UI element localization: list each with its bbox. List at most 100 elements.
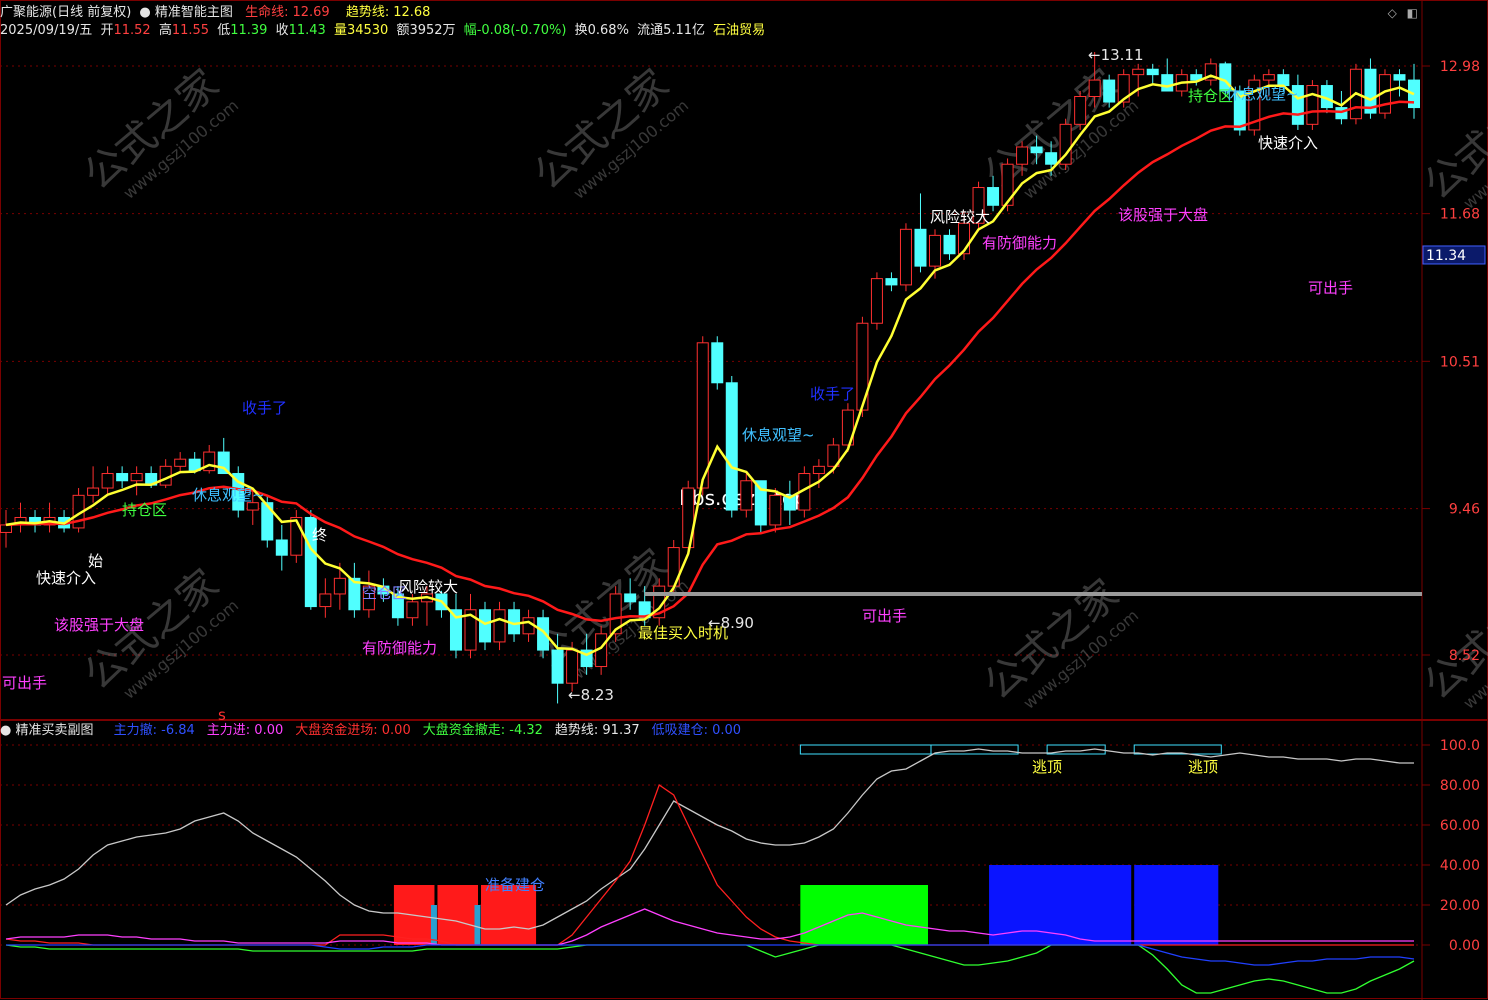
annotation-label: 持仓区 [122,501,167,519]
window-icons: ◇ ◧ [1388,6,1418,20]
low-value: 11.39 [230,23,268,38]
annotation-label: 可出手 [2,674,47,692]
watermark: 公式之家www.gszj100.com [526,61,693,203]
escape-top-zone [799,744,932,755]
panel-toggle-icon[interactable]: ◧ [1407,6,1418,20]
candle-down [711,342,724,384]
candle-down [479,609,492,643]
sub-indicator-name[interactable]: ● 精准买卖副图 [0,723,98,738]
candle-down [1277,74,1290,87]
price-tick-label: 8.52 [1449,648,1480,664]
trend-label: 趋势线: [345,5,390,20]
candle-up [333,577,346,595]
candle-down [1161,74,1174,92]
main-out-blue-line [6,944,1415,966]
date: 2025/09/19/五 [0,23,93,38]
candle-up [174,458,187,467]
signal-block [437,885,479,945]
high-label: 高 [158,23,172,38]
close-label: 收 [275,23,289,38]
vol-value: 34530 [346,23,389,38]
life-label: 生命线: [245,5,289,20]
candle-up [696,342,709,489]
current-price-label: 11.34 [1426,248,1466,264]
signal-gap-bar [430,905,437,945]
annotation-label: 快速介入 [1258,134,1318,152]
sub-value-item: 趋势线: 91.37 [554,723,640,738]
candle-up [101,473,114,489]
escape-top-box [799,744,932,755]
candle-up [130,473,143,482]
sub-tick-label: 0.00 [1449,938,1480,954]
price-tick-label: 9.46 [1449,502,1480,518]
sub-label: 准备建仓 [485,876,545,894]
close-value: 11.43 [288,23,326,38]
sub-tick-label: 80.00 [1440,778,1480,794]
stock-name[interactable]: 广聚能源(日线 前复权) [0,5,131,20]
candle-up [1016,146,1029,165]
candle-down [885,278,898,286]
signal-gap-bar [474,905,481,945]
watermark: 公式之家www.gszj100.com [76,61,243,203]
capital-out-green-line [5,944,1415,994]
trend-value: 12.68 [393,5,431,20]
candle-down [914,228,927,267]
annotation-label: 收手了 [242,399,287,417]
sub-tick-label: 20.00 [1440,898,1480,914]
candle-up [319,593,332,608]
life-value: 12.69 [292,5,330,20]
sub-value-item: 大盘资金进场: 0.00 [295,723,411,738]
candle-up [870,278,883,324]
annotation-label: 快速介入 [36,569,96,587]
industry[interactable]: 石油贸易 [713,23,765,38]
open-label: 开 [100,23,114,38]
annotation-label: 风险较大 [398,578,458,596]
price-tick-label: 10.51 [1440,354,1480,370]
change: 幅-0.08(-0.70%) [463,23,567,38]
candle-up [1132,68,1145,76]
annotation-label: 有防御能力 [362,639,437,657]
sub-value-item: 大盘资金撤走: -4.32 [422,723,543,738]
sub-value-item: 主力撤: -6.84 [113,723,195,738]
candle-down [1146,68,1159,76]
annotation-label: 该股强于大盘 [1118,206,1208,224]
watermarks: 公式之家www.gszj100.com 公式之家www.gszj100.com 公式… [76,61,1488,713]
annotation-label: 休息观望~ [192,486,265,504]
watermark: 公式之家www.gszj100.com [1416,71,1488,213]
candle-down [1030,146,1043,154]
sub-header: ● 精准买卖副图 主力撤: -6.84 主力进: 0.00 大盘资金进场: 0.00… [0,722,749,740]
low-label: 低 [217,23,231,38]
candle-down [725,382,738,511]
candle-up [1088,79,1101,98]
annotation-label: ←13.11 [1088,46,1144,64]
annotation-label: 终 [312,526,327,544]
candle-down [754,480,767,526]
candle-down [1103,79,1116,103]
main-header: 广聚能源(日线 前复权) ● 精准智能主图 生命线: 12.69 趋势线: 12.6… [0,4,434,22]
annotation-label: 风险较大 [930,208,990,226]
annotation-label: 收手了 [810,385,855,403]
candle-up [740,480,753,511]
candle-down [624,593,637,603]
annotation-label: 休息观望~ [742,426,815,444]
quote-bar: 2025/09/19/五 开11.52 高11.55 低11.39 收11.43… [0,22,769,40]
candle-up [899,228,912,286]
price-tick-label: 11.68 [1440,207,1480,223]
candle-up [1306,85,1319,125]
high-value: 11.55 [171,23,210,38]
sub-tick-label: 60.00 [1440,818,1480,834]
annotation-label: ←8.90 [708,614,754,632]
candle-up [566,649,579,684]
signal-block [800,885,928,945]
candle-up [406,601,419,619]
watermark: 公式之家www.gszj100.com [76,561,243,703]
candle-up [1074,96,1087,125]
annotation-label: 可出手 [1308,279,1353,297]
sub-indicator-values: 主力撤: -6.84 主力进: 0.00 大盘资金进场: 0.00 大盘资金撤走: -… [106,723,745,738]
candle-up [1262,74,1275,81]
diamond-icon[interactable]: ◇ [1388,6,1397,20]
candle-down [1393,74,1406,81]
indicator-name[interactable]: ● 精准智能主图 [139,5,237,20]
candle-down [551,649,564,684]
vol-label: 量 [333,23,347,38]
